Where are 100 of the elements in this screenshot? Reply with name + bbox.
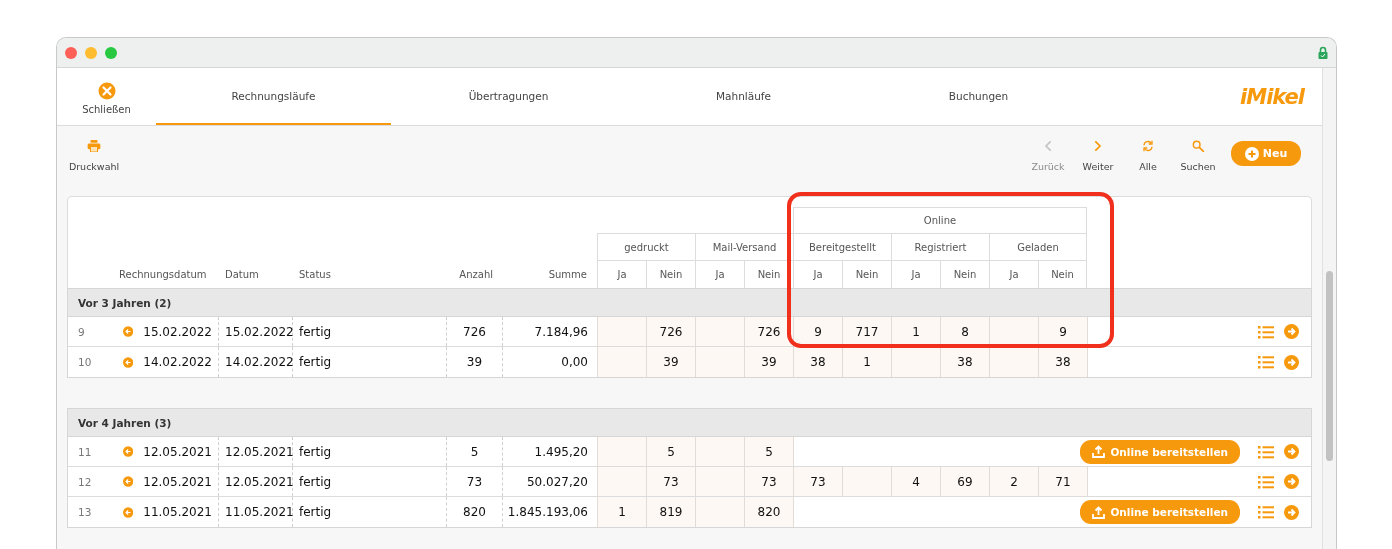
table-cell: fertig (293, 347, 447, 377)
window-minimize-button[interactable] (85, 46, 97, 59)
column-header: Nein (646, 260, 695, 288)
table-cell: 12.05.2021 (143, 474, 212, 489)
table-cell: 73 (646, 467, 695, 496)
column-header: Ja (891, 260, 940, 288)
table-cell: fertig (293, 497, 447, 527)
forward-arrow-icon[interactable] (1284, 474, 1299, 489)
table-cell: 717 (842, 317, 891, 346)
column-header: Datum (224, 267, 260, 282)
table-cell: fertig (293, 467, 447, 496)
column-header: Ja (695, 260, 744, 288)
window-close-button[interactable] (65, 46, 77, 59)
table-cell (989, 317, 1038, 346)
forward-arrow-icon[interactable] (1284, 324, 1299, 339)
table-cell-text: 1.495,20 (533, 443, 589, 461)
column-group-header: Mail-Versand (695, 233, 793, 260)
table-cell: 73 (793, 467, 842, 496)
table-cell: 1 (597, 497, 646, 527)
table-cell: 15.02.2022 (219, 317, 293, 346)
upload-icon (1092, 505, 1106, 519)
table-cell: 4 (891, 467, 940, 496)
row-number: 11 (77, 444, 93, 460)
close-icon (97, 82, 116, 100)
table-cell: 38 (940, 347, 989, 377)
tab[interactable]: Mahnläufe (626, 68, 861, 125)
column-header: Anzahl (458, 267, 494, 282)
row-number: 10 (77, 355, 93, 370)
chevron-right-icon (1092, 140, 1104, 152)
list-icon[interactable] (1258, 505, 1274, 519)
table-cell: 38 (1038, 347, 1087, 377)
upload-icon (1092, 445, 1106, 458)
table-cell: 9 (1038, 317, 1087, 346)
table-cell: 14.02.2022 (219, 347, 293, 377)
scrollbar[interactable] (1322, 68, 1336, 549)
table-cell-text: 50.027,20 (525, 473, 589, 491)
lock-icon (1318, 46, 1328, 59)
plus-circle-icon (1244, 146, 1259, 161)
list-icon[interactable] (1258, 324, 1274, 339)
table-cell-text: 7.184,96 (533, 323, 589, 341)
column-group-header: Bereitgestellt (793, 233, 891, 260)
printer-icon (85, 140, 103, 152)
table-cell: 1 (842, 347, 891, 377)
table-cell: 12.05.2021 (219, 437, 293, 466)
close-button[interactable]: Schließen (57, 68, 156, 125)
table-cell: 11.05.2021 (219, 497, 293, 527)
table-cell: 11.05.2021 (143, 505, 212, 519)
table-cell: 15.02.2022 (143, 324, 212, 339)
table-cell: 5 (447, 437, 503, 466)
tab[interactable]: Übertragungen (391, 68, 626, 125)
table-cell: 5 (646, 437, 695, 466)
group-header: Vor 4 Jahren (3) (68, 409, 1311, 437)
forward-arrow-icon[interactable] (1284, 444, 1299, 459)
table-cell: 69 (940, 467, 989, 496)
group-header: Vor 3 Jahren (2) (68, 289, 1311, 317)
tab[interactable]: Buchungen (861, 68, 1096, 125)
row-number: 9 (77, 324, 86, 340)
search-button[interactable]: Suchen (1173, 138, 1223, 172)
print-button[interactable]: Druckwahl (69, 138, 119, 172)
table-cell: 73 (447, 467, 503, 496)
list-icon[interactable] (1258, 355, 1274, 369)
table-cell: 71 (1038, 467, 1087, 496)
column-header: Nein (744, 260, 793, 288)
window-zoom-button[interactable] (105, 46, 117, 59)
table-cell: 9 (793, 317, 842, 346)
row-number: 13 (77, 505, 93, 520)
column-header: Nein (1038, 260, 1087, 288)
table-cell: 39 (646, 347, 695, 377)
forward-button[interactable]: Weiter (1073, 138, 1123, 172)
column-header: Nein (842, 260, 891, 288)
table-cell: 12.05.2021 (219, 467, 293, 496)
column-group-header: Registriert (891, 233, 989, 260)
column-header: Ja (597, 260, 646, 288)
table-cell: 39 (447, 347, 503, 377)
table-cell: 8 (940, 317, 989, 346)
logo: iMikel (1240, 84, 1304, 109)
table-cell: 726 (744, 317, 793, 346)
table-cell: 820 (744, 497, 793, 527)
tab[interactable]: Rechnungsläufe (156, 68, 391, 125)
column-header: Ja (793, 260, 842, 288)
column-header: Status (298, 267, 332, 282)
column-group-header: Online (793, 207, 1087, 233)
table-cell: 38 (793, 347, 842, 377)
table-cell: 1 (891, 317, 940, 346)
table-cell: 12.05.2021 (143, 444, 212, 459)
list-icon[interactable] (1258, 474, 1274, 489)
row-number: 12 (77, 474, 93, 490)
table-cell: fertig (293, 317, 447, 346)
column-header: Ja (989, 260, 1038, 288)
table-cell: 820 (447, 497, 503, 527)
column-group-header: Geladen (989, 233, 1087, 260)
refresh-button[interactable]: Alle (1123, 138, 1173, 172)
column-header: Nein (940, 260, 989, 288)
column-group-header: gedruckt (597, 233, 695, 260)
table-cell-text: 1.845.193,06 (506, 504, 589, 521)
list-icon[interactable] (1258, 444, 1274, 459)
column-header: Summe (547, 267, 588, 282)
table-cell: 5 (744, 437, 793, 466)
table-cell-text: 0,00 (560, 354, 589, 371)
table-cell: 819 (646, 497, 695, 527)
